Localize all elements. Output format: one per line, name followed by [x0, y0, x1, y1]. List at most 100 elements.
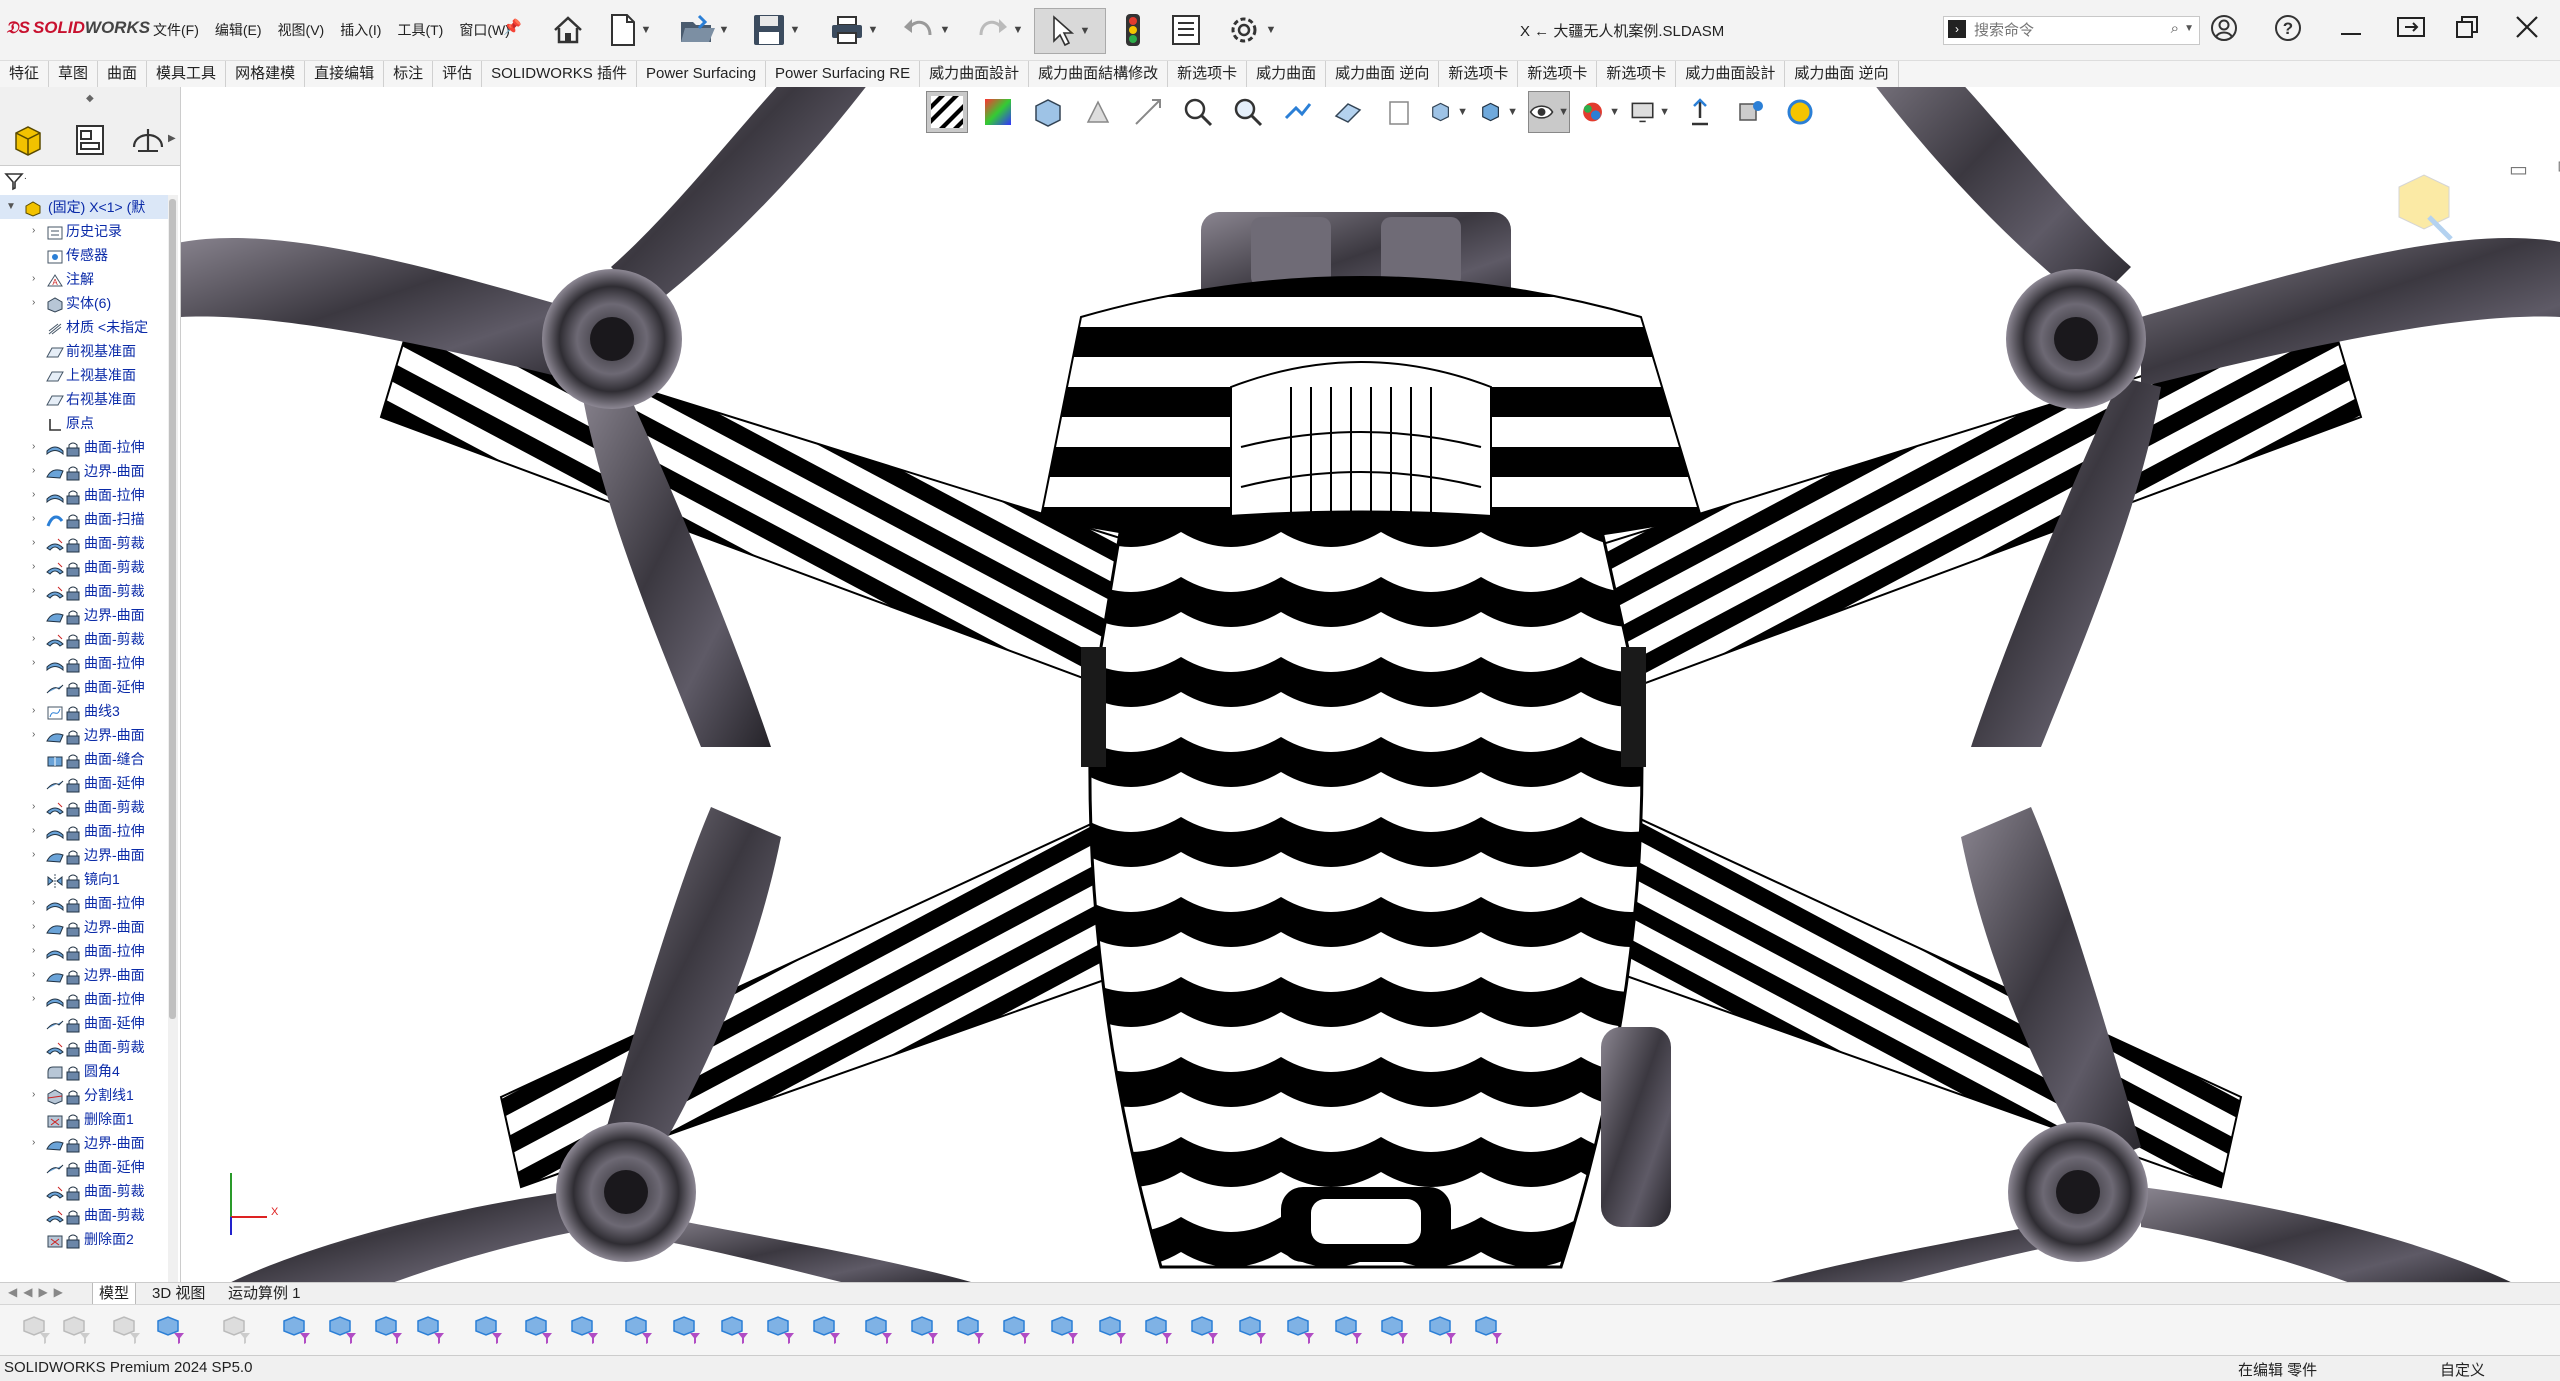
filter-datum-features-icon[interactable]	[1234, 1313, 1270, 1347]
expand-arrow-icon[interactable]: ›	[32, 1131, 42, 1155]
units-text[interactable]: 自定义	[2440, 1359, 2485, 1380]
help-icon[interactable]: ?	[2274, 14, 2302, 48]
realview-button[interactable]	[1730, 92, 1770, 132]
expand-arrow-icon[interactable]: ›	[32, 819, 42, 843]
edit-appearance-button[interactable]: ▼	[1580, 92, 1620, 132]
expand-arrow-icon[interactable]: ›	[32, 483, 42, 507]
expand-arrow-icon[interactable]: ›	[32, 891, 42, 915]
expand-arrow-icon[interactable]: ›	[32, 219, 42, 243]
property-manager-tab[interactable]	[70, 121, 114, 161]
open-button[interactable]: ▼	[672, 8, 736, 52]
filter-centerline-icon[interactable]	[808, 1313, 844, 1347]
filter-edges-funnel-icon[interactable]	[324, 1313, 360, 1347]
filter-mesh-icon[interactable]	[1376, 1313, 1412, 1347]
filter-datum-targets-icon[interactable]	[1094, 1313, 1130, 1347]
filter-center-marks-icon[interactable]	[762, 1313, 798, 1347]
filter-dimensions-icon[interactable]	[860, 1313, 896, 1347]
scrollbar-thumb[interactable]	[169, 199, 176, 1019]
zebra-stripes-button[interactable]	[926, 91, 968, 133]
filter-edges-icon[interactable]	[58, 1313, 94, 1347]
filter-planes-icon[interactable]	[566, 1313, 602, 1347]
section-plane-button[interactable]	[1328, 92, 1368, 132]
command-tab[interactable]: 曲面	[98, 61, 148, 87]
tree-item[interactable]: › 分割线1	[0, 1083, 168, 1107]
filter-connection-points-icon[interactable]	[1282, 1313, 1318, 1347]
filter-toolbar-icon[interactable]	[18, 1313, 54, 1347]
filter-midpoints-icon[interactable]	[716, 1313, 752, 1347]
tree-item[interactable]: 圆角4	[0, 1059, 168, 1083]
expand-arrow-icon[interactable]: ›	[32, 963, 42, 987]
minimize-icon[interactable]	[2338, 14, 2364, 46]
command-tab[interactable]: 威力曲面 逆向	[1326, 61, 1440, 87]
tree-item[interactable]: › 曲线3	[0, 699, 168, 723]
tab-scroll-arrows-icon[interactable]: ◀◀▶▶	[8, 1285, 69, 1299]
tree-item[interactable]: › 边界-曲面	[0, 723, 168, 747]
select-other-icon[interactable]	[218, 1313, 254, 1347]
filter-routing-points-icon[interactable]	[1330, 1313, 1366, 1347]
expand-arrow-icon[interactable]: ›	[32, 555, 42, 579]
tree-root-item[interactable]: ▼ (固定) X<1> (默	[0, 195, 168, 219]
rebuild-button[interactable]	[1118, 8, 1148, 52]
tree-scrollbar[interactable]	[168, 195, 178, 1335]
filter-faces-icon[interactable]	[108, 1313, 144, 1347]
tree-item[interactable]: 曲面-剪裁	[0, 1035, 168, 1059]
tree-item[interactable]: 曲面-延伸	[0, 1011, 168, 1035]
view-orientation-button[interactable]: ▼	[1428, 92, 1468, 132]
tree-item[interactable]: › 边界-曲面	[0, 843, 168, 867]
expand-arrow-icon[interactable]: ›	[32, 987, 42, 1011]
tree-item[interactable]: 传感器	[0, 243, 168, 267]
user-account-icon[interactable]	[2210, 14, 2238, 48]
search-input[interactable]	[1972, 19, 2156, 42]
hide-show-items-button[interactable]: ▼	[1528, 91, 1570, 133]
search-dropdown-icon[interactable]: ▼	[2184, 23, 2194, 34]
filter-blocks-icon[interactable]	[1186, 1313, 1222, 1347]
command-tab[interactable]: 模具工具	[147, 61, 227, 87]
expand-arrow-icon[interactable]: ›	[32, 435, 42, 459]
tree-item[interactable]: › 曲面-剪裁	[0, 627, 168, 651]
tree-item[interactable]: 原点	[0, 411, 168, 435]
maximize-icon[interactable]	[2454, 14, 2480, 46]
expand-arrow-icon[interactable]: ›	[32, 843, 42, 867]
command-tab[interactable]: 威力曲面	[1247, 61, 1327, 87]
command-tab[interactable]: 威力曲面結構修改	[1029, 61, 1169, 87]
expand-arrow-icon[interactable]: ›	[32, 699, 42, 723]
apply-scene-button[interactable]: ▼	[1630, 92, 1670, 132]
tree-item[interactable]: › 边界-曲面	[0, 1131, 168, 1155]
collapse-arrow-icon[interactable]: ▼	[6, 195, 16, 219]
command-tab[interactable]: 新选项卡	[1168, 61, 1248, 87]
solidworks-logo[interactable]: 𝔇S SOLIDWORKS	[6, 18, 150, 38]
filter-faces-funnel-icon[interactable]	[370, 1313, 406, 1347]
command-tab[interactable]: 威力曲面設計	[920, 61, 1030, 87]
tree-item[interactable]: › 曲面-拉伸	[0, 939, 168, 963]
menu-item[interactable]: 编辑(E)	[207, 20, 270, 40]
draft-analysis-button[interactable]	[1078, 92, 1118, 132]
tree-item[interactable]: 曲面-剪裁	[0, 1203, 168, 1227]
tree-item[interactable]: › 曲面-剪裁	[0, 795, 168, 819]
tree-item[interactable]: › 曲面-拉伸	[0, 891, 168, 915]
tree-item[interactable]: › 曲面-拉伸	[0, 987, 168, 1011]
filter-surface-bodies-icon[interactable]	[412, 1313, 448, 1347]
command-tab[interactable]: 特征	[0, 61, 50, 87]
expand-arrow-icon[interactable]: ›	[32, 1083, 42, 1107]
tree-item[interactable]: › A 注解	[0, 267, 168, 291]
expand-arrow-icon[interactable]: ›	[32, 579, 42, 603]
print-button[interactable]: ▼	[822, 8, 886, 52]
dynamic-annotation-button[interactable]	[1378, 92, 1418, 132]
close-icon[interactable]	[2514, 14, 2540, 46]
feature-manager-tab[interactable]	[8, 121, 52, 161]
tree-item[interactable]: › 曲面-拉伸	[0, 651, 168, 675]
menu-item[interactable]: 插入(I)	[332, 20, 389, 40]
tree-item[interactable]: 曲面-延伸	[0, 771, 168, 795]
command-tab[interactable]: 网格建模	[226, 61, 306, 87]
command-tab[interactable]: 新选项卡	[1597, 61, 1677, 87]
view-cube-icon[interactable]	[2389, 167, 2459, 247]
tree-item[interactable]: 删除面1	[0, 1107, 168, 1131]
tree-item[interactable]: › 曲面-剪裁	[0, 555, 168, 579]
panel-more-icon[interactable]: ▶	[168, 133, 176, 144]
command-tab[interactable]: 直接编辑	[305, 61, 385, 87]
menu-item[interactable]: 视图(V)	[270, 20, 333, 40]
menu-item[interactable]: 文件(F)	[145, 20, 207, 40]
tab-3d-view[interactable]: 3D 视图	[146, 1283, 211, 1305]
filter-notes-icon[interactable]	[998, 1313, 1034, 1347]
render-tools-button[interactable]	[1780, 92, 1820, 132]
